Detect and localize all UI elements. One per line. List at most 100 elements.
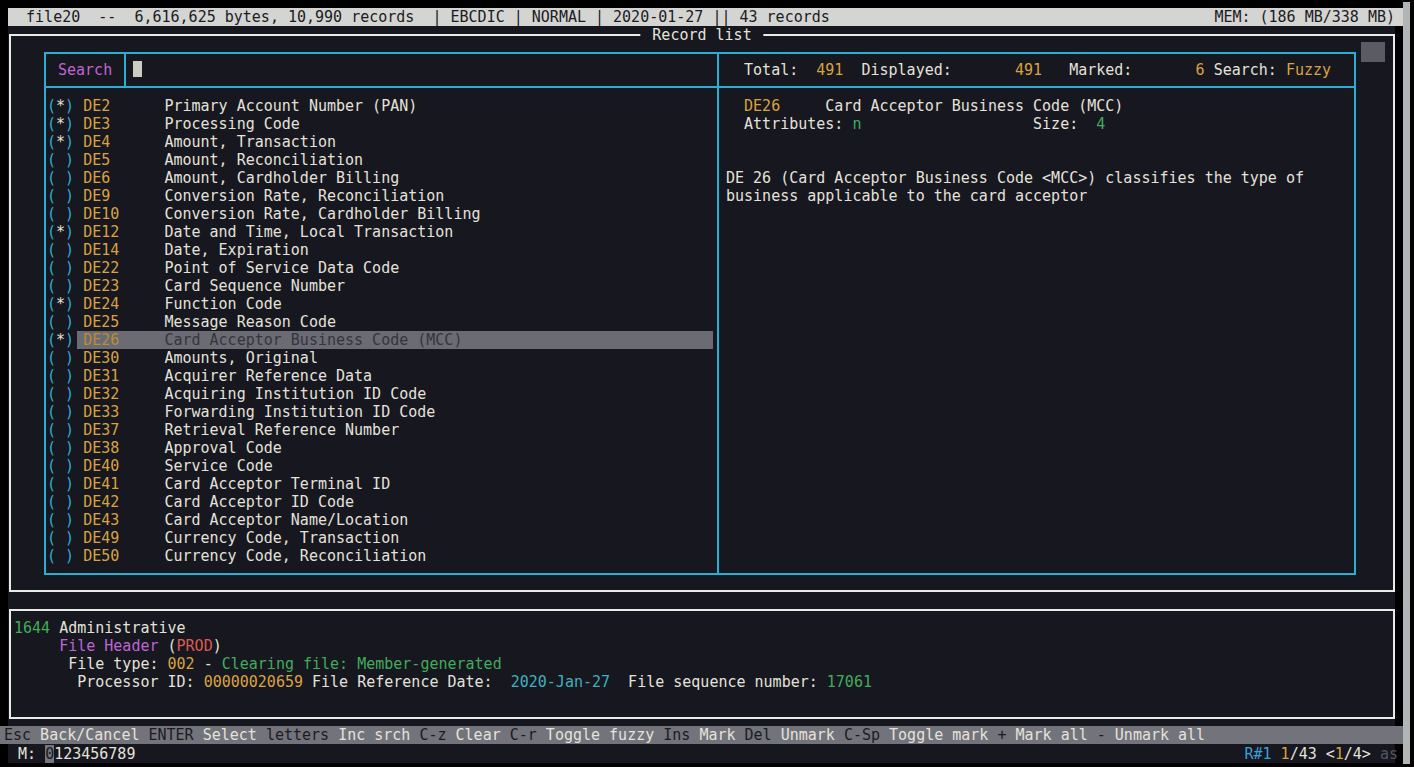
item-name: Primary Account Number (PAN) (164, 97, 417, 115)
record-list-item[interactable]: ( ) DE14 Date, Expiration (47, 241, 309, 259)
key-action: Toggle mark (880, 726, 997, 744)
mark-indicator (56, 457, 65, 475)
record-preview-line: File Header (PROD) (14, 637, 222, 655)
marker-open: ( (47, 151, 56, 169)
terminal-scrollbar[interactable] (1403, 2, 1410, 764)
item-name: Point of Service Data Code (164, 259, 399, 277)
item-name: Card Acceptor Name/Location (164, 511, 408, 529)
list-scrollbar-thumb[interactable] (1361, 42, 1385, 62)
item-id: DE14 (83, 241, 164, 259)
keybar-item-ins[interactable]: Ins Mark (663, 726, 744, 744)
item-id: DE31 (83, 367, 164, 385)
record-list-item[interactable]: ( ) DE31 Acquirer Reference Data (47, 367, 372, 385)
record-list-item[interactable]: ( ) DE41 Card Acceptor Terminal ID (47, 475, 390, 493)
status-mark-digits: M: 0123456789 (9, 745, 135, 763)
record-list-item[interactable]: ( ) DE40 Service Code (47, 457, 273, 475)
mark-indicator: * (56, 115, 65, 133)
search-row-divider (44, 86, 1356, 88)
record-list-item[interactable]: ( ) DE49 Currency Code, Transaction (47, 529, 399, 547)
key-action: Toggle fuzzy (537, 726, 663, 744)
item-id: DE32 (83, 385, 164, 403)
record-list-item[interactable]: (*) DE24 Function Code (47, 295, 282, 313)
mark-indicator: * (56, 133, 65, 151)
item-id: DE40 (83, 457, 164, 475)
record-preview-line: 1644 Administrative (14, 619, 186, 637)
item-name: Card Acceptor Terminal ID (164, 475, 390, 493)
marker-spacer (74, 475, 83, 493)
key-name: ENTER (149, 726, 194, 744)
item-name: Approval Code (164, 439, 281, 457)
record-list-item[interactable]: (*) DE2 Primary Account Number (PAN) (47, 97, 417, 115)
marker-spacer (74, 511, 83, 529)
item-name: Function Code (164, 295, 281, 313)
record-list-item[interactable]: ( ) DE37 Retrieval Reference Number (47, 421, 399, 439)
record-list-item[interactable]: ( ) DE30 Amounts, Original (47, 349, 318, 367)
keybar-item-cr[interactable]: C-r Toggle fuzzy (510, 726, 664, 744)
key-action: Mark all (1006, 726, 1096, 744)
item-id: DE42 (83, 493, 164, 511)
record-list-item[interactable]: (*) DE3 Processing Code (47, 115, 300, 133)
record-list-item[interactable]: ( ) DE32 Acquiring Institution ID Code (47, 385, 426, 403)
item-name: Amount, Cardholder Billing (164, 169, 399, 187)
marker-spacer (74, 367, 83, 385)
record-list-item[interactable]: ( ) DE6 Amount, Cardholder Billing (47, 169, 399, 187)
marker-spacer (74, 97, 83, 115)
record-list-item[interactable]: ( ) DE23 Card Sequence Number (47, 277, 345, 295)
record-list-item[interactable]: (*) DE12 Date and Time, Local Transactio… (47, 223, 453, 241)
item-name: Retrieval Reference Number (164, 421, 399, 439)
mark-indicator: * (56, 223, 65, 241)
record-list-item[interactable]: (*) DE26 Card Acceptor Business Code (MC… (47, 331, 462, 349)
marker-close: ) (65, 259, 74, 277)
keybar-item-cz[interactable]: C-z Clear (419, 726, 509, 744)
record-list-item[interactable]: (*) DE4 Amount, Transaction (47, 133, 336, 151)
keybar-item-csp[interactable]: C-Sp Toggle mark (844, 726, 998, 744)
marker-spacer (74, 547, 83, 565)
keybar-item-letters[interactable]: letters Inc srch (266, 726, 420, 744)
item-name: Conversion Rate, Reconciliation (164, 187, 444, 205)
record-list-item[interactable]: ( ) DE50 Currency Code, Reconciliation (47, 547, 426, 565)
key-hint-bar: Esc Back/Cancel ENTER Select letters Inc… (0, 726, 1403, 744)
keybar-item-esc[interactable]: Esc Back/Cancel (4, 726, 149, 744)
marker-open: ( (47, 367, 56, 385)
item-id: DE38 (83, 439, 164, 457)
record-list-item[interactable]: ( ) DE10 Conversion Rate, Cardholder Bil… (47, 205, 480, 223)
mark-indicator (56, 259, 65, 277)
marker-spacer (74, 205, 83, 223)
marker-spacer (74, 331, 83, 349)
record-list-item[interactable]: ( ) DE43 Card Acceptor Name/Location (47, 511, 408, 529)
item-name: Acquiring Institution ID Code (164, 385, 426, 403)
marker-close: ) (65, 349, 74, 367)
key-name: C-z (419, 726, 446, 744)
marker-spacer (74, 187, 83, 205)
keybar-item-enter[interactable]: ENTER Select (149, 726, 266, 744)
search-input[interactable] (126, 54, 717, 86)
key-action: Back/Cancel (31, 726, 148, 744)
item-name: Acquirer Reference Data (164, 367, 372, 385)
record-list-item[interactable]: ( ) DE38 Approval Code (47, 439, 282, 457)
record-list-item[interactable]: ( ) DE33 Forwarding Institution ID Code (47, 403, 435, 421)
key-action: Clear (447, 726, 510, 744)
marker-spacer (74, 349, 83, 367)
item-id: DE50 (83, 547, 164, 565)
marker-close: ) (65, 151, 74, 169)
marker-close: ) (65, 205, 74, 223)
mark-indicator (56, 349, 65, 367)
key-name: Esc (4, 726, 31, 744)
key-action: Select (194, 726, 266, 744)
item-id: DE43 (83, 511, 164, 529)
record-list-item[interactable]: ( ) DE5 Amount, Reconciliation (47, 151, 363, 169)
key-action: Unmark all (1106, 726, 1205, 744)
record-list-item[interactable]: ( ) DE25 Message Reason Code (47, 313, 336, 331)
marker-open: ( (47, 295, 56, 313)
marker-spacer (74, 115, 83, 133)
keybar-item-del[interactable]: Del Unmark (745, 726, 844, 744)
marker-spacer (74, 385, 83, 403)
marker-open: ( (47, 187, 56, 205)
marker-close: ) (65, 133, 74, 151)
record-list-item[interactable]: ( ) DE22 Point of Service Data Code (47, 259, 399, 277)
item-name: Card Sequence Number (164, 277, 345, 295)
keybar-item-[interactable]: + Mark all (997, 726, 1096, 744)
record-list-item[interactable]: ( ) DE42 Card Acceptor ID Code (47, 493, 354, 511)
record-list-item[interactable]: ( ) DE9 Conversion Rate, Reconciliation (47, 187, 444, 205)
keybar-item-[interactable]: - Unmark all (1097, 726, 1205, 744)
